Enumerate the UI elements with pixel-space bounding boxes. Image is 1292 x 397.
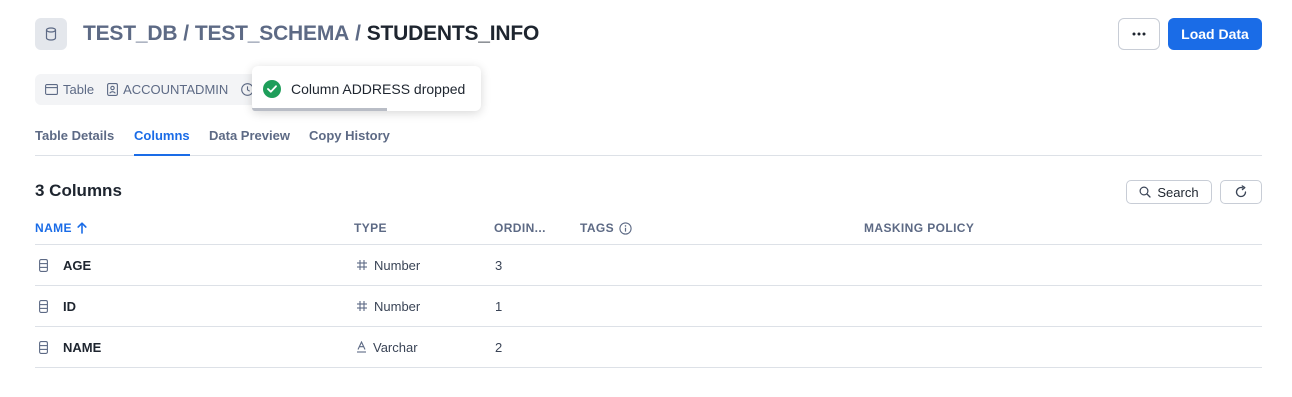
more-actions-button[interactable] (1118, 18, 1160, 50)
column-name: ID (63, 298, 76, 314)
toast-notification: Column ADDRESS dropped (252, 66, 481, 111)
hash-icon (356, 259, 368, 271)
column-ordinal: 1 (495, 298, 503, 314)
columns-table: NAME TYPE ORDIN... TAGS MASKING POLICY A… (35, 212, 1262, 368)
database-icon (45, 27, 57, 41)
refresh-button[interactable] (1220, 180, 1262, 204)
column-icon-cell (39, 286, 48, 326)
sort-ascending-icon (77, 222, 87, 234)
table-name: STUDENTS_INFO (366, 22, 540, 45)
table-header-row: NAME TYPE ORDIN... TAGS MASKING POLICY (35, 212, 1262, 245)
tab-copy-history[interactable]: Copy History (309, 116, 390, 156)
breadcrumb-schema[interactable]: TEST_SCHEMA (195, 22, 349, 45)
column-type: Number (374, 257, 421, 273)
table-icon (45, 84, 58, 95)
load-data-button[interactable]: Load Data (1168, 18, 1262, 50)
meta-owner-label: ACCOUNTADMIN (123, 82, 229, 97)
search-icon (1139, 186, 1152, 198)
column-type: Number (374, 298, 421, 314)
column-type-cell: Number (356, 245, 420, 285)
column-name: AGE (63, 257, 92, 273)
breadcrumb-separator: / (355, 22, 361, 45)
column-type-cell: Number (356, 286, 420, 326)
column-icon-cell (39, 327, 48, 367)
column-ordinal: 3 (495, 257, 503, 273)
column-icon (39, 258, 48, 272)
info-icon[interactable] (619, 221, 632, 235)
page-title: TEST_DB / TEST_SCHEMA / STUDENTS_INFO (83, 20, 539, 48)
column-ordinal: 2 (495, 339, 503, 355)
tab-columns[interactable]: Columns (134, 116, 190, 156)
toast-message: Column ADDRESS dropped (291, 80, 466, 97)
breadcrumb-database[interactable]: TEST_DB (83, 22, 177, 45)
user-badge-icon (107, 83, 119, 96)
success-check-icon (263, 79, 281, 98)
column-header-ordinal[interactable]: ORDIN... (494, 221, 546, 235)
hash-icon (356, 300, 368, 312)
table-icon-box (35, 18, 67, 50)
toast-progress-bar (252, 108, 388, 111)
column-name: NAME (63, 339, 102, 355)
column-header-tags[interactable]: TAGS (580, 221, 632, 235)
columns-count-heading: 3 Columns (35, 181, 122, 200)
search-button-label: Search (1157, 184, 1199, 200)
tab-table-details[interactable]: Table Details (35, 116, 114, 156)
meta-kind-label: Table (63, 82, 95, 97)
column-header-name[interactable]: NAME (35, 221, 87, 235)
column-type: Varchar (373, 339, 418, 355)
table-row[interactable]: ID Number 1 (35, 286, 1262, 327)
column-header-type[interactable]: TYPE (354, 221, 387, 235)
more-horizontal-icon (1132, 32, 1146, 36)
column-type-cell: Varchar (356, 327, 418, 367)
column-icon (39, 340, 48, 354)
column-icon-cell (39, 245, 48, 285)
tab-bar: Table Details Columns Data Preview Copy … (35, 116, 1262, 156)
table-row[interactable]: NAME Varchar 2 (35, 327, 1262, 368)
tab-data-preview[interactable]: Data Preview (209, 116, 290, 156)
column-header-tags-label: TAGS (580, 221, 615, 235)
column-header-name-label: NAME (35, 221, 72, 235)
column-header-masking-policy[interactable]: MASKING POLICY (864, 221, 974, 235)
breadcrumb-separator: / (183, 22, 189, 45)
text-type-icon (356, 341, 367, 353)
table-meta-bar: Table ACCOUNTADMIN (35, 74, 267, 105)
search-button[interactable]: Search (1126, 180, 1212, 204)
table-body: AGE Number 3 ID Number 1 NAME Varchar 2 (35, 245, 1262, 368)
column-icon (39, 299, 48, 313)
table-row[interactable]: AGE Number 3 (35, 245, 1262, 286)
meta-owner: ACCOUNTADMIN (107, 82, 228, 97)
refresh-icon (1235, 185, 1247, 198)
meta-kind: Table (45, 82, 94, 97)
